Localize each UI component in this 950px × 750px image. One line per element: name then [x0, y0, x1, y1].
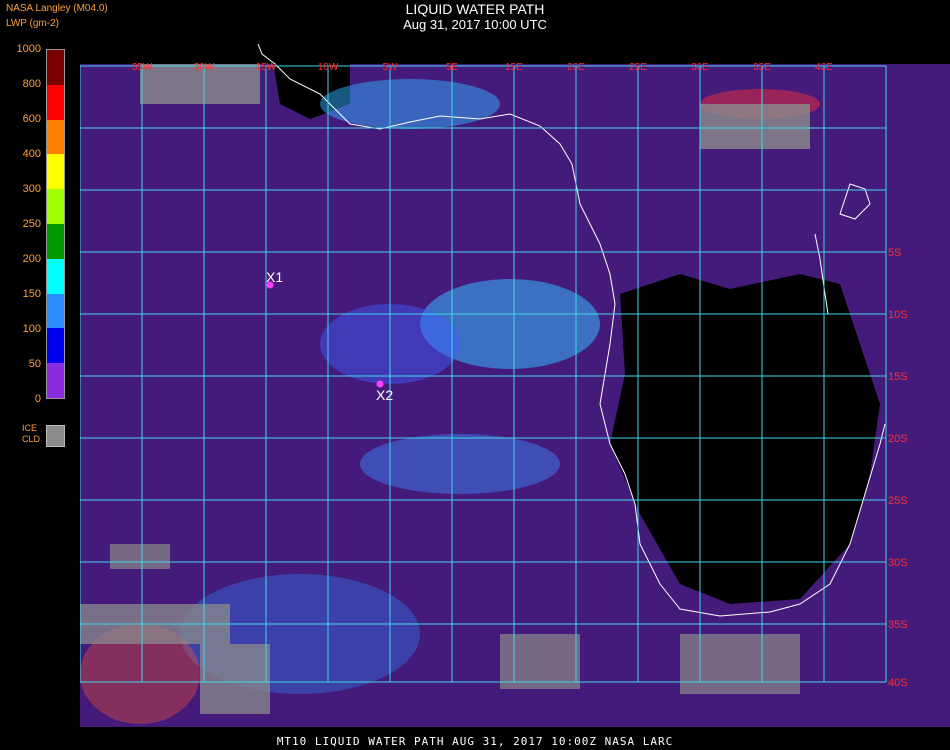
colorbar-segment [47, 224, 64, 259]
colorbar-segment [47, 154, 64, 190]
colorbar-tick-label: 800 [22, 78, 41, 90]
latitude-label: 30S [888, 557, 908, 569]
latitude-label: 15S [888, 371, 908, 383]
colorbar-tick-label: 150 [22, 288, 41, 300]
site-marker-label: X2 [376, 387, 393, 403]
colorbar-tick-label: 200 [22, 253, 41, 265]
colorbar-segment [47, 293, 64, 329]
cld-label: CLD [22, 434, 41, 444]
colorbar-tick-label: 300 [22, 183, 41, 195]
ice-cloud-swatch [46, 425, 65, 447]
cloud-field [80, 44, 950, 727]
colorbar-tick-label: 50 [28, 358, 41, 370]
longitude-label: 15W [256, 62, 277, 73]
colorbar-segment [47, 363, 64, 398]
colorbar-segment [47, 258, 64, 294]
colorbar [46, 49, 65, 399]
latitude-label: 40S [888, 677, 908, 689]
page-title: LIQUID WATER PATH [405, 1, 545, 17]
longitude-label: 5E [446, 62, 459, 73]
longitude-label: 30E [691, 62, 709, 73]
colorbar-tick-label: 250 [22, 218, 41, 230]
footer-caption: MT10 LIQUID WATER PATH AUG 31, 2017 10:0… [276, 735, 674, 748]
longitude-label: 35W [132, 62, 153, 73]
source-label: NASA Langley (M04.0) [6, 3, 108, 14]
colorbar-tick-label: 100 [22, 323, 41, 335]
latitude-label: 25S [888, 495, 908, 507]
colorbar-tick-label: 1000 [16, 43, 41, 55]
longitude-label: 30W [194, 62, 215, 73]
colorbar-segment [47, 189, 64, 224]
lwp-map: 35W 30W 15W 10W 5W 5E 15E 20E 25E 30E 35E 40E 5S 10S… [80, 44, 950, 727]
colorbar-segment [47, 84, 64, 120]
colorbar-tick-label: 600 [22, 113, 41, 125]
colorbar-segment [47, 50, 64, 85]
longitude-label: 40E [815, 62, 833, 73]
ice-cloud-6 [680, 634, 800, 694]
colorbar-tick-label: 0 [34, 393, 41, 405]
ice-cloud-4 [200, 644, 270, 714]
latitude-label: 35S [888, 619, 908, 631]
longitude-label: 25E [629, 62, 647, 73]
longitude-label: 35E [753, 62, 771, 73]
longitude-label: 15E [505, 62, 523, 73]
colorbar-segment [47, 328, 64, 364]
latitude-label: 10S [888, 309, 908, 321]
ice-cloud-2 [700, 104, 810, 149]
ice-cloud-5 [500, 634, 580, 689]
page-subtitle: Aug 31, 2017 10:00 UTC [403, 17, 547, 32]
colorbar-tick-label: 400 [22, 148, 41, 160]
longitude-label: 10W [318, 62, 339, 73]
site-marker-label: X1 [266, 269, 283, 285]
colorbar-segment [47, 119, 64, 155]
latitude-label: 5S [888, 247, 901, 259]
longitude-label: 5W [383, 62, 399, 73]
ice-cloud-7 [110, 544, 170, 569]
latitude-label: 20S [888, 433, 908, 445]
units-label: LWP (gm-2) [6, 18, 59, 29]
ice-label: ICE [22, 423, 38, 433]
longitude-label: 20E [567, 62, 585, 73]
